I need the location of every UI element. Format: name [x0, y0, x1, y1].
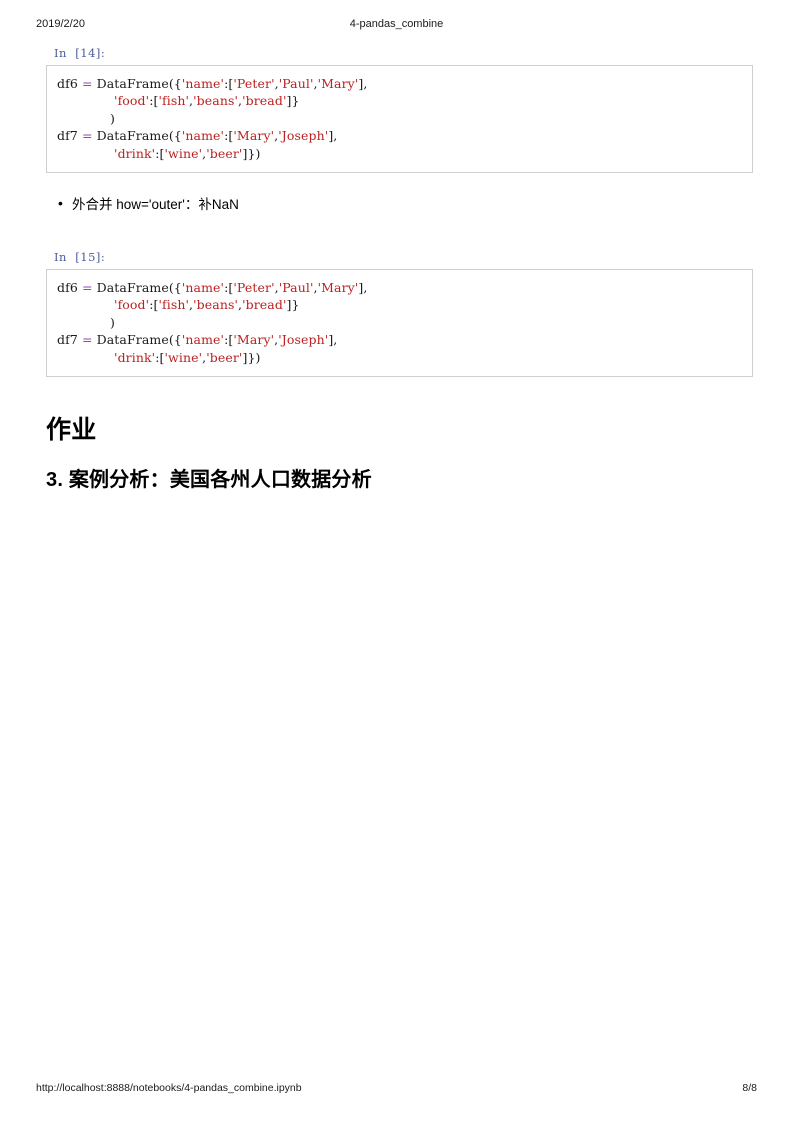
- code-token: 'Peter': [233, 76, 275, 91]
- code-token: df6: [57, 280, 82, 296]
- code-token: :[: [155, 349, 165, 365]
- print-footer: http://localhost:8888/notebooks/4-pandas…: [36, 1082, 757, 1096]
- code-line: 'drink':['wine','beer']}): [57, 349, 742, 366]
- code-token: ],: [358, 280, 368, 296]
- code-token: 'fish': [158, 297, 190, 313]
- code-token: 'Mary': [233, 128, 275, 144]
- code-token: 'Joseph': [278, 332, 329, 348]
- code-cell[interactable]: In [14]: df6 = DataFrame({'name':['Peter…: [46, 46, 753, 174]
- code-token: DataFrame({: [92, 128, 182, 144]
- section-heading: 3. 案例分析：美国各州人口数据分析: [46, 469, 372, 492]
- page-title: 作业: [46, 416, 97, 445]
- code-line: 'food':['fish','beans','bread']}: [57, 296, 742, 313]
- code-token: 'beans': [193, 93, 239, 109]
- code-lines: df6 = DataFrame({'name':['Peter','Paul',…: [57, 279, 742, 366]
- code-token: 'beans': [193, 297, 239, 313]
- code-token: 'beer': [206, 145, 243, 161]
- code-token: 'Mary': [233, 332, 275, 348]
- code-token: =: [81, 280, 93, 296]
- code-token: DataFrame({: [92, 332, 182, 348]
- code-token: 'beer': [206, 349, 243, 365]
- code-lines: df6 = DataFrame({'name':['Peter','Paul',…: [57, 75, 742, 162]
- code-token: :[: [224, 76, 234, 91]
- code-token: :[: [155, 145, 165, 161]
- code-token: 'name': [181, 280, 225, 296]
- code-token: 'food': [114, 297, 150, 313]
- code-token: =: [81, 76, 93, 91]
- code-token: 'name': [181, 76, 225, 91]
- code-token: 'drink': [114, 145, 156, 161]
- markdown-cell[interactable]: 外合并 how='outer'：补NaN: [46, 194, 753, 214]
- code-line: 'drink':['wine','beer']}): [57, 145, 742, 162]
- code-token: 'Peter': [233, 280, 275, 296]
- code-token: ): [57, 110, 115, 126]
- code-token: ): [57, 314, 115, 330]
- markdown-cell[interactable]: 3. 案例分析：美国各州人口数据分析: [46, 467, 753, 493]
- print-footer-url: http://localhost:8888/notebooks/4-pandas…: [36, 1082, 302, 1094]
- markdown-cell[interactable]: 作业: [46, 415, 753, 445]
- code-line: df6 = DataFrame({'name':['Peter','Paul',…: [57, 279, 742, 296]
- code-editor-area[interactable]: df6 = DataFrame({'name':['Peter','Paul',…: [46, 65, 753, 174]
- code-token: 'Joseph': [278, 128, 329, 144]
- code-editor-area[interactable]: df6 = DataFrame({'name':['Peter','Paul',…: [46, 269, 753, 378]
- code-token: 'wine': [164, 349, 203, 365]
- code-token: 'drink': [114, 349, 156, 365]
- code-token: ],: [358, 76, 368, 91]
- code-token: 'Mary': [317, 280, 359, 296]
- code-token: 'bread': [242, 297, 287, 313]
- code-token: =: [81, 128, 93, 144]
- code-cell[interactable]: In [15]: df6 = DataFrame({'name':['Peter…: [46, 250, 753, 378]
- code-token: ],: [328, 332, 338, 348]
- code-token: 'name': [181, 128, 225, 144]
- input-prompt-label: In [14]:: [54, 46, 106, 60]
- code-token: :[: [224, 128, 234, 144]
- code-token: DataFrame({: [92, 280, 182, 296]
- code-token: ]}): [242, 349, 261, 365]
- code-token: ]}): [242, 145, 261, 161]
- print-header: 2019/2/20 4-pandas_combine: [36, 18, 757, 34]
- code-line: ): [57, 314, 742, 331]
- code-line: 'food':['fish','beans','bread']}: [57, 92, 742, 109]
- code-token: =: [81, 332, 93, 348]
- code-token: 'Paul': [278, 76, 314, 91]
- code-token: :[: [224, 280, 234, 296]
- code-token: ]}: [286, 297, 300, 313]
- code-token: 'bread': [242, 93, 287, 109]
- code-token: 'Mary': [317, 76, 359, 91]
- code-line: df6 = DataFrame({'name':['Peter','Paul',…: [57, 75, 742, 92]
- code-token: df7: [57, 332, 82, 348]
- code-token: df7: [57, 128, 82, 144]
- notebook-content: In [14]: df6 = DataFrame({'name':['Peter…: [46, 46, 753, 493]
- code-token: 'name': [181, 332, 225, 348]
- code-token: 'wine': [164, 145, 203, 161]
- input-prompt-label: In [15]:: [54, 250, 106, 265]
- list-item: 外合并 how='outer'：补NaN: [46, 194, 753, 214]
- code-token: 'Paul': [278, 280, 314, 296]
- code-token: ],: [328, 128, 338, 144]
- code-token: ]}: [286, 93, 300, 109]
- code-token: df6: [57, 76, 82, 91]
- markdown-bullet-list: 外合并 how='outer'：补NaN: [46, 194, 753, 214]
- code-token: 'food': [114, 93, 150, 109]
- code-line: ): [57, 110, 742, 127]
- code-line: df7 = DataFrame({'name':['Mary','Joseph'…: [57, 127, 742, 144]
- print-header-title: 4-pandas_combine: [349, 18, 444, 30]
- code-token: 'fish': [158, 93, 190, 109]
- code-line: df7 = DataFrame({'name':['Mary','Joseph'…: [57, 331, 742, 348]
- code-token: :[: [224, 332, 234, 348]
- code-token: DataFrame({: [92, 76, 182, 91]
- print-footer-page-number: 8/8: [742, 1082, 757, 1094]
